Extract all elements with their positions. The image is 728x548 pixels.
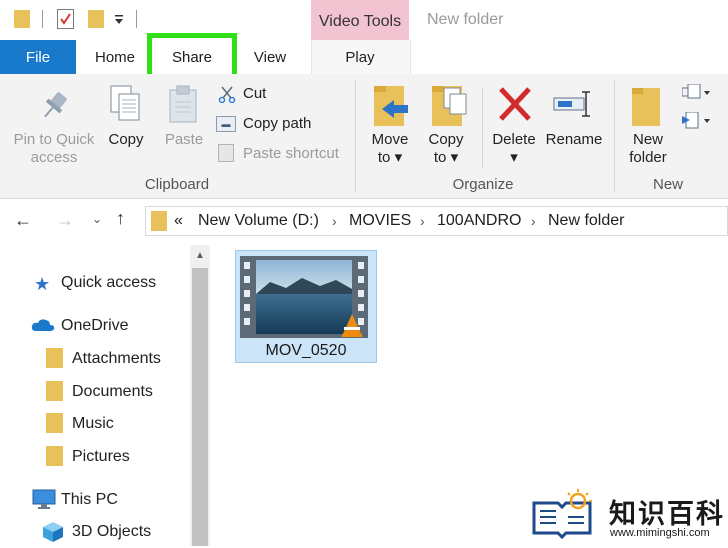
3d-objects-icon: [42, 521, 64, 543]
customize-quick-access-icon[interactable]: [114, 12, 124, 26]
ribbon-group-divider: [355, 80, 356, 192]
breadcrumb-separator-icon[interactable]: ›: [332, 213, 337, 229]
nav-folder-item[interactable]: Pictures: [72, 448, 130, 466]
breadcrumb-item[interactable]: New folder: [548, 212, 624, 230]
toolbar-separator: [42, 10, 43, 28]
copy-path-button[interactable]: Copy path: [243, 115, 311, 133]
breadcrumb-item[interactable]: 100ANDRO: [437, 212, 521, 230]
tab-view[interactable]: View: [240, 40, 300, 74]
cut-button[interactable]: Cut: [243, 85, 266, 103]
paste-shortcut-button[interactable]: Paste shortcut: [243, 145, 339, 163]
window-title: New folder: [427, 11, 504, 28]
move-to-label-line1: Move: [371, 131, 409, 148]
rename-icon: [552, 90, 596, 118]
paste-clipboard-icon: [166, 84, 202, 124]
easy-access-icon[interactable]: [682, 111, 712, 132]
nav-onedrive[interactable]: OneDrive: [61, 317, 129, 335]
copy-path-icon: ▬: [216, 116, 236, 132]
new-item-icon[interactable]: [681, 83, 712, 102]
brand-url: www.mimingshi.com: [610, 527, 710, 539]
copy-to-icon: [430, 84, 468, 128]
computer-icon: [32, 489, 56, 509]
address-folder-icon: [151, 211, 167, 231]
breadcrumb-item[interactable]: New Volume (D:): [198, 212, 319, 230]
nav-3d-objects[interactable]: 3D Objects: [72, 523, 151, 541]
scissors-icon: [218, 85, 236, 104]
move-to-label-line2: to ▾: [377, 149, 403, 166]
breadcrumb-item[interactable]: MOVIES: [349, 212, 411, 230]
breadcrumb-separator-icon[interactable]: ›: [420, 213, 425, 229]
new-folder-label-line2: folder: [629, 149, 667, 166]
up-arrow-icon[interactable]: ↑: [116, 208, 138, 230]
folder-icon: [46, 413, 63, 433]
paste-shortcut-icon: [218, 144, 234, 162]
file-name: MOV_0520: [265, 342, 347, 359]
copy-to-button[interactable]: Copy to ▾: [418, 131, 474, 167]
scroll-up-icon[interactable]: ▲: [193, 250, 207, 262]
nav-quick-access[interactable]: Quick access: [61, 274, 156, 292]
new-group-label: New: [652, 176, 683, 193]
clipboard-group-label: Clipboard: [144, 176, 210, 193]
new-folder-label-line1: New: [632, 131, 663, 148]
recent-locations-chevron-icon[interactable]: ⌄: [92, 212, 104, 226]
delete-label: Delete: [492, 131, 536, 148]
pin-to-quick-access-button[interactable]: Pin to Quick access: [2, 131, 106, 167]
copy-to-label-line1: Copy: [428, 131, 464, 148]
tab-share-label: Share: [171, 48, 213, 66]
copy-button[interactable]: Copy: [100, 131, 152, 149]
nav-folder-item[interactable]: Music: [72, 415, 114, 433]
back-arrow-icon[interactable]: ←: [14, 210, 36, 232]
tab-file[interactable]: File: [0, 40, 76, 74]
move-to-icon: [372, 84, 410, 128]
properties-icon[interactable]: [57, 9, 74, 29]
move-to-button[interactable]: Move to ▾: [362, 131, 418, 167]
new-folder-button[interactable]: New folder: [620, 131, 676, 167]
ribbon-group-divider: [614, 80, 615, 192]
pin-icon: [36, 88, 72, 124]
organize-group-label: Organize: [452, 176, 514, 193]
brand-title: 知识百科: [609, 499, 725, 529]
forward-arrow-icon[interactable]: →: [56, 210, 78, 232]
folder-icon: [46, 381, 63, 401]
new-folder-icon: [630, 84, 664, 128]
breadcrumb-overflow[interactable]: «: [174, 212, 183, 230]
nav-this-pc[interactable]: This PC: [61, 491, 118, 509]
folder-icon: [46, 348, 63, 368]
copy-icon: [108, 84, 144, 124]
video-thumbnail-icon: [240, 256, 368, 338]
pin-label-line2: access: [30, 149, 78, 166]
tab-home[interactable]: Home: [84, 40, 146, 74]
delete-x-icon: [498, 86, 532, 122]
pin-label-line1: Pin to Quick: [13, 131, 95, 148]
nav-folder-item[interactable]: Attachments: [72, 350, 161, 368]
nav-folder-item[interactable]: Documents: [72, 383, 153, 401]
copy-to-label-line2: to ▾: [433, 149, 459, 166]
delete-button[interactable]: Delete ▾: [488, 131, 540, 167]
tab-play[interactable]: Play: [311, 40, 409, 74]
delete-dropdown-chevron: ▾: [510, 149, 518, 166]
folder-icon[interactable]: [14, 10, 30, 28]
breadcrumb-separator-icon[interactable]: ›: [531, 213, 536, 229]
folder-icon: [46, 446, 63, 466]
star-icon: ★: [34, 274, 51, 294]
new-folder-quick-icon[interactable]: [88, 10, 104, 28]
rename-button[interactable]: Rename: [542, 131, 606, 149]
ribbon-divider: [482, 88, 483, 168]
book-lightbulb-logo-icon: [530, 489, 596, 540]
context-tab-group-title: Video Tools: [318, 13, 402, 30]
scrollbar-thumb[interactable]: [192, 268, 208, 546]
cloud-icon: [31, 318, 55, 332]
toolbar-separator: [136, 10, 137, 28]
paste-button[interactable]: Paste: [158, 131, 210, 149]
